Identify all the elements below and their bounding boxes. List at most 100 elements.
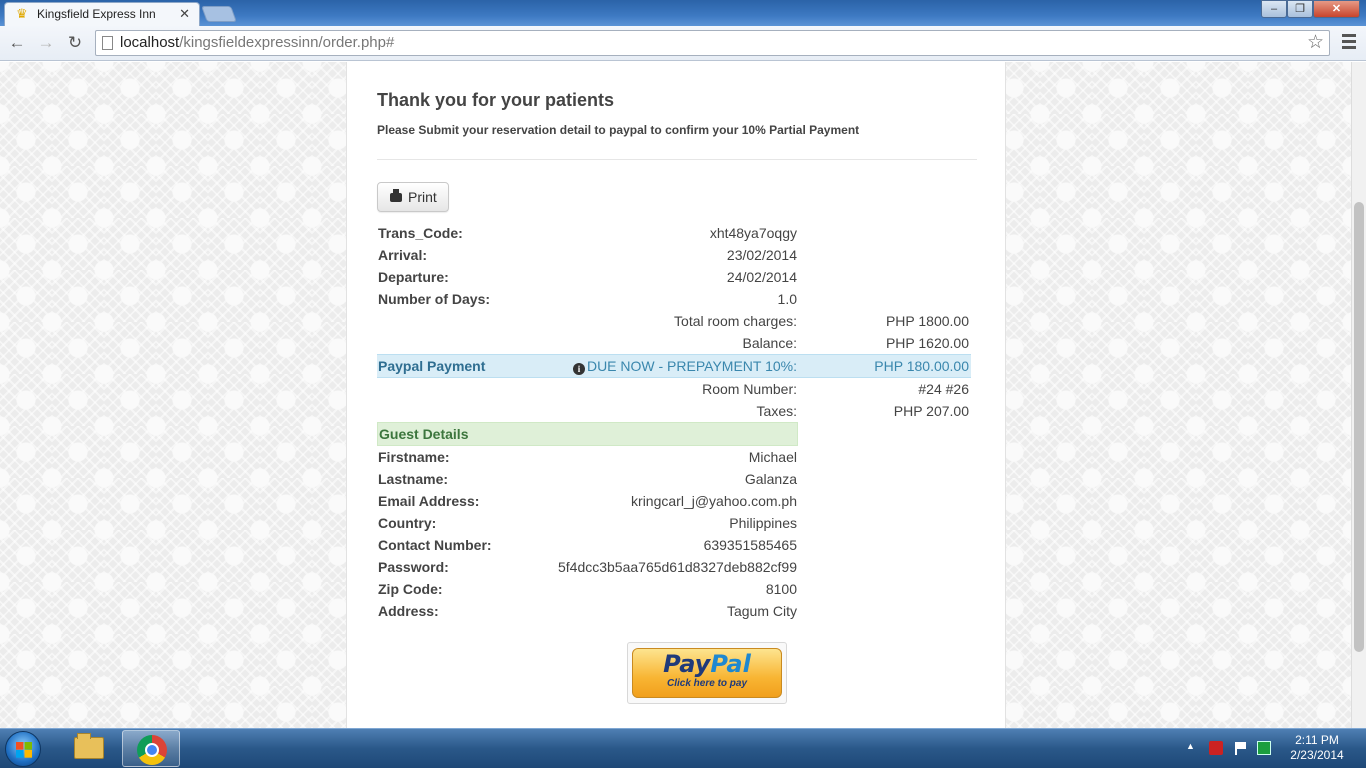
row-label: Firstname: [378, 449, 450, 465]
reservation-row: Arrival: 23/02/2014 [377, 244, 971, 266]
row-label: Country: [378, 515, 437, 531]
reservation-row: Number of Days: 1.0 [377, 288, 971, 310]
print-button[interactable]: Print [377, 182, 449, 212]
guest-row: Email Address: kringcarl_j@yahoo.com.ph [377, 490, 798, 512]
row-label: Password: [378, 559, 449, 575]
browser-titlebar: ♛ Kingsfield Express Inn ✕ – ❐ ✕ [0, 0, 1366, 26]
info-icon: i [572, 363, 585, 375]
reservation-row: Departure: 24/02/2014 [377, 266, 971, 288]
charge-value: #24 #26 [918, 381, 969, 397]
taskbar: ▲ 2:11 PM 2/23/2014 [0, 728, 1366, 768]
chrome-menu-icon[interactable] [1342, 34, 1356, 52]
clock-date: 2/23/2014 [1290, 748, 1344, 762]
guest-row: Firstname: Michael [377, 446, 798, 468]
row-label: Address: [378, 603, 439, 619]
taskbar-explorer[interactable] [60, 730, 118, 767]
row-value: xht48ya7oqgy [709, 225, 797, 241]
charge-value: PHP 207.00 [893, 403, 969, 419]
minimize-button[interactable]: – [1261, 0, 1287, 18]
guest-row: Lastname: Galanza [377, 468, 798, 490]
paypal-payment-label: Paypal Payment [378, 358, 486, 374]
due-now-label: i DUE NOW - PREPAYMENT 10%: [572, 355, 797, 377]
tray-arrow-icon: ▲ [1186, 741, 1195, 751]
paypal-logo: PayPal [663, 650, 751, 678]
row-value: 24/02/2014 [726, 269, 797, 285]
url-path: /kingsfieldexpressinn/order.php# [179, 34, 395, 51]
windows-logo-icon [16, 742, 32, 758]
taskbar-clock[interactable]: 2:11 PM 2/23/2014 [1280, 733, 1354, 763]
charge-value: PHP 1620.00 [885, 335, 969, 351]
page-title: Thank you for your patients [377, 90, 615, 110]
vertical-scrollbar[interactable] [1351, 62, 1366, 728]
row-value: 639351585465 [703, 537, 797, 553]
due-now-text: DUE NOW - PREPAYMENT 10%: [586, 358, 797, 374]
charge-label: Balance: [742, 335, 797, 351]
paypal-payment-row: Paypal Payment i DUE NOW - PREPAYMENT 10%… [377, 354, 971, 378]
row-value: 5f4dcc3b5aa765d61d8327deb882cf99 [557, 559, 797, 575]
paypal-button-face: PayPal Click here to pay [632, 648, 782, 698]
guest-row: Country: Philippines [377, 512, 798, 534]
due-now-value: PHP 180.00.00 [874, 358, 969, 374]
row-value: Philippines [729, 515, 797, 531]
row-value: 1.0 [777, 291, 797, 307]
guest-row: Address: Tagum City [377, 600, 798, 622]
row-label: Contact Number: [378, 537, 492, 553]
page-viewport: Thank you for your patients Please Submi… [0, 62, 1351, 728]
tab-title: Kingsfield Express Inn [37, 7, 156, 21]
guest-row: Password: 5f4dcc3b5aa765d61d8327deb882cf… [377, 556, 798, 578]
charge-row: Total room charges: PHP 1800.00 [377, 310, 971, 332]
action-center-flag-icon[interactable] [1233, 741, 1247, 755]
row-label: Lastname: [378, 471, 449, 487]
row-label: Arrival: [378, 247, 428, 263]
guest-row: Zip Code: 8100 [377, 578, 798, 600]
start-button[interactable] [5, 731, 41, 767]
charge-label: Taxes: [756, 403, 797, 419]
browser-tab[interactable]: ♛ Kingsfield Express Inn ✕ [4, 2, 200, 26]
address-bar[interactable]: localhost/kingsfieldexpressinn/order.php… [95, 30, 1330, 56]
divider [377, 159, 977, 160]
row-label: Trans_Code: [378, 225, 463, 241]
row-value: 8100 [765, 581, 797, 597]
row-value: Galanza [744, 471, 797, 487]
tab-close-icon[interactable]: ✕ [179, 3, 190, 25]
row-label: Zip Code: [378, 581, 443, 597]
taskbar-chrome[interactable] [122, 730, 180, 767]
new-tab-button[interactable] [201, 6, 237, 22]
row-label: Number of Days: [378, 291, 491, 307]
charge-row: Room Number: #24 #26 [377, 378, 971, 400]
row-label: Departure: [378, 269, 449, 285]
reservation-row: Trans_Code: xht48ya7oqgy [377, 222, 971, 244]
chrome-icon [137, 735, 167, 765]
paypal-pay-button[interactable]: PayPal Click here to pay [627, 642, 787, 704]
network-alert-icon[interactable] [1209, 741, 1223, 755]
printer-icon [390, 189, 402, 202]
guest-row: Contact Number: 639351585465 [377, 534, 798, 556]
guest-details-heading: Guest Details [377, 422, 798, 446]
window-close-button[interactable]: ✕ [1313, 0, 1360, 18]
row-label: Email Address: [378, 493, 480, 509]
charge-value: PHP 1800.00 [885, 313, 969, 329]
url-host: localhost [120, 34, 180, 51]
row-value: Tagum City [726, 603, 797, 619]
browser-toolbar: ← → ↻ localhost/kingsfieldexpressinn/ord… [0, 26, 1366, 61]
charge-row: Balance: PHP 1620.00 [377, 332, 971, 354]
clock-time: 2:11 PM [1295, 733, 1339, 747]
row-value: Michael [748, 449, 797, 465]
paypal-caption: Click here to pay [666, 678, 748, 689]
charge-label: Total room charges: [674, 313, 797, 329]
reload-icon[interactable]: ↻ [64, 32, 86, 54]
charge-row: Taxes: PHP 207.00 [377, 400, 971, 422]
charge-label: Room Number: [702, 381, 797, 397]
crown-favicon-icon: ♛ [16, 6, 28, 21]
forward-arrow-icon[interactable]: → [35, 32, 57, 54]
row-value: 23/02/2014 [726, 247, 797, 263]
maximize-button[interactable]: ❐ [1287, 0, 1313, 18]
bookmark-star-icon[interactable]: ☆ [1307, 31, 1324, 54]
page-icon [102, 36, 113, 50]
order-panel: Thank you for your patients Please Submi… [346, 62, 1006, 728]
back-arrow-icon[interactable]: ← [6, 32, 28, 54]
scrollbar-thumb[interactable] [1354, 202, 1364, 652]
page-subtitle: Please Submit your reservation detail to… [377, 123, 860, 137]
security-shield-icon[interactable] [1257, 741, 1271, 755]
row-value: kringcarl_j@yahoo.com.ph [631, 493, 797, 509]
